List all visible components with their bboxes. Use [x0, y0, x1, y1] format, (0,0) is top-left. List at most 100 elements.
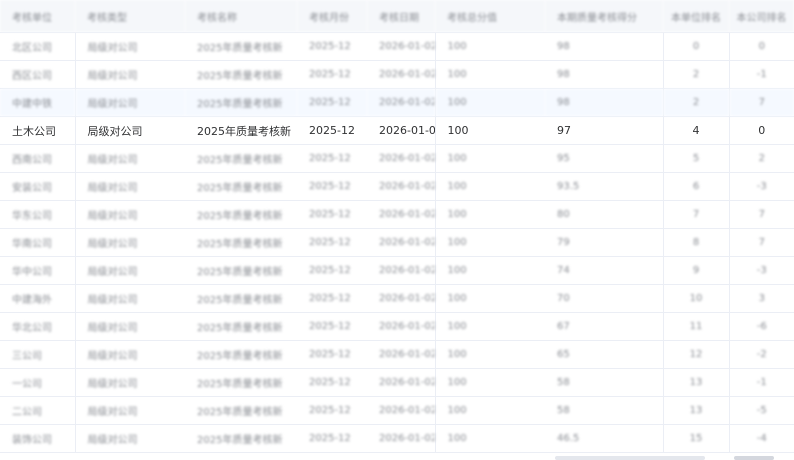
- cell-date: 2026-01-02: [367, 60, 435, 89]
- column-header-type[interactable]: 考核类型: [75, 0, 185, 33]
- cell-month: 2025-12: [297, 256, 367, 285]
- table-row[interactable]: 三公司 局级对公司 2025年质量考核新 2025-12 2026-01-02 100 65…: [0, 340, 794, 369]
- table-row[interactable]: 西区公司 局级对公司 2025年质量考核新 2025-12 2026-01-02 100 9…: [0, 60, 794, 89]
- table-row[interactable]: 华北公司 局级对公司 2025年质量考核新 2025-12 2026-01-02 100 6…: [0, 312, 794, 341]
- cell-type: 局级对公司: [74, 228, 185, 257]
- cell-date: 2026-01-02: [367, 200, 435, 229]
- table-header-row: 考核单位 考核类型 考核名称 考核月份 考核日期 考核总分值 本期质量考核得分 …: [0, 0, 794, 33]
- column-header-date[interactable]: 考核日期: [367, 0, 435, 33]
- column-header-total-score[interactable]: 考核总分值: [435, 0, 545, 33]
- cell-type: 局级对公司: [74, 88, 185, 117]
- table-row[interactable]: 中建中铁 局级对公司 2025年质量考核新 2025-12 2026-01-02 100 9…: [0, 88, 794, 117]
- cell-unit: 三公司: [0, 340, 75, 369]
- cell-month: 2025-12: [297, 144, 367, 173]
- cell-total-score: 100: [434, 396, 545, 425]
- cell-unit: 西南公司: [0, 144, 75, 173]
- column-header-name[interactable]: 考核名称: [185, 0, 297, 33]
- cell-unit-rank: 10: [662, 284, 729, 313]
- cell-company-rank: 0: [728, 116, 794, 145]
- table-row[interactable]: 二公司 局级对公司 2025年质量考核新 2025-12 2026-01-02 100 58…: [0, 396, 794, 425]
- table-row[interactable]: 中建海外 局级对公司 2025年质量考核新 2025-12 2026-01-02 100 7…: [0, 284, 794, 313]
- cell-type: 局级对公司: [74, 172, 185, 201]
- cell-unit: 装饰公司: [0, 424, 75, 453]
- cell-company-rank: 2: [728, 144, 794, 173]
- cell-unit-rank: 13: [662, 368, 729, 397]
- cell-company-rank: 0: [728, 32, 794, 61]
- cell-period-score: 98: [545, 60, 663, 89]
- cell-company-rank: -3: [728, 256, 794, 285]
- cell-type: 局级对公司: [74, 60, 185, 89]
- cell-unit-rank: 11: [662, 312, 729, 341]
- column-header-month[interactable]: 考核月份: [297, 0, 367, 33]
- cell-unit-rank: 0: [662, 32, 729, 61]
- table-row[interactable]: 华中公司 局级对公司 2025年质量考核新 2025-12 2026-01-02 100 7…: [0, 256, 794, 285]
- cell-total-score: 100: [434, 228, 545, 257]
- table-row[interactable]: 土木公司局级对公司2025年质量考核新2025-122026-01-021009…: [0, 116, 794, 145]
- table-row[interactable]: 装饰公司 局级对公司 2025年质量考核新 2025-12 2026-01-02 100 4…: [0, 424, 794, 453]
- cell-unit: 二公司: [0, 396, 75, 425]
- cell-type: 局级对公司: [74, 200, 185, 229]
- table-row[interactable]: 北区公司 局级对公司 2025年质量考核新 2025-12 2026-01-02 100 9…: [0, 32, 794, 61]
- cell-name: 2025年质量考核新: [185, 172, 297, 201]
- cell-unit-rank: 2: [662, 88, 729, 117]
- cell-unit-rank: 5: [662, 144, 729, 173]
- cell-period-score: 98: [545, 88, 663, 117]
- cell-period-score: 58: [545, 396, 663, 425]
- cell-date: 2026-01-02: [367, 32, 435, 61]
- table-row[interactable]: 华南公司 局级对公司 2025年质量考核新 2025-12 2026-01-02 100 7…: [0, 228, 794, 257]
- cell-month: 2025-12: [297, 200, 367, 229]
- cell-date: 2026-01-02: [367, 172, 435, 201]
- cell-type: 局级对公司: [74, 396, 185, 425]
- cell-total-score: 100: [434, 256, 545, 285]
- column-header-unit-rank[interactable]: 本单位排名: [663, 0, 729, 33]
- column-header-company-rank[interactable]: 本公司排名: [729, 0, 794, 33]
- cell-unit: 华东公司: [0, 200, 75, 229]
- table-row[interactable]: 西南公司 局级对公司 2025年质量考核新 2025-12 2026-01-02 100 9…: [0, 144, 794, 173]
- cell-company-rank: -5: [728, 396, 794, 425]
- table-row[interactable]: 安装公司 局级对公司 2025年质量考核新 2025-12 2026-01-02 100 9…: [0, 172, 794, 201]
- cell-type: 局级对公司: [74, 368, 185, 397]
- cell-period-score: 70: [545, 284, 663, 313]
- cell-period-score: 93.5: [545, 172, 663, 201]
- cell-period-score: 65: [545, 340, 663, 369]
- cell-company-rank: -2: [728, 340, 794, 369]
- cell-company-rank: -6: [728, 312, 794, 341]
- cell-unit: 华北公司: [0, 312, 75, 341]
- cell-total-score: 100: [434, 88, 545, 117]
- cell-period-score: 74: [545, 256, 663, 285]
- cell-month: 2025-12: [297, 312, 367, 341]
- cell-period-score: 46.5: [545, 424, 663, 453]
- cell-unit-rank: 12: [662, 340, 729, 369]
- cell-unit: 中建海外: [0, 284, 75, 313]
- cell-name: 2025年质量考核新: [185, 256, 297, 285]
- cell-name: 2025年质量考核新: [185, 424, 297, 453]
- cell-date: 2026-01-02: [367, 88, 435, 117]
- cell-unit-rank: 2: [662, 60, 729, 89]
- cell-unit-rank: 9: [662, 256, 729, 285]
- cell-name: 2025年质量考核新: [185, 116, 297, 145]
- cell-name: 2025年质量考核新: [185, 200, 297, 229]
- cell-name: 2025年质量考核新: [185, 32, 297, 61]
- cell-unit: 一公司: [0, 368, 75, 397]
- column-header-unit[interactable]: 考核单位: [0, 0, 75, 33]
- cell-name: 2025年质量考核新: [185, 284, 297, 313]
- cell-company-rank: 7: [728, 200, 794, 229]
- horizontal-scrollbar-track[interactable]: [555, 456, 705, 460]
- cell-name: 2025年质量考核新: [185, 88, 297, 117]
- cell-unit: 中建中铁: [0, 88, 75, 117]
- horizontal-scrollbar-thumb[interactable]: [734, 456, 774, 460]
- cell-unit-rank: 8: [662, 228, 729, 257]
- cell-company-rank: -1: [728, 368, 794, 397]
- cell-period-score: 67: [545, 312, 663, 341]
- cell-unit: 土木公司: [0, 116, 75, 145]
- table-row[interactable]: 一公司 局级对公司 2025年质量考核新 2025-12 2026-01-02 100 58…: [0, 368, 794, 397]
- cell-unit-rank: 13: [662, 396, 729, 425]
- cell-type: 局级对公司: [74, 144, 185, 173]
- cell-type: 局级对公司: [74, 256, 185, 285]
- cell-date: 2026-01-02: [367, 340, 435, 369]
- cell-month: 2025-12: [297, 32, 367, 61]
- table-row[interactable]: 华东公司 局级对公司 2025年质量考核新 2025-12 2026-01-02 100 8…: [0, 200, 794, 229]
- cell-name: 2025年质量考核新: [185, 60, 297, 89]
- column-header-period-score[interactable]: 本期质量考核得分: [545, 0, 663, 33]
- cell-type: 局级对公司: [74, 340, 185, 369]
